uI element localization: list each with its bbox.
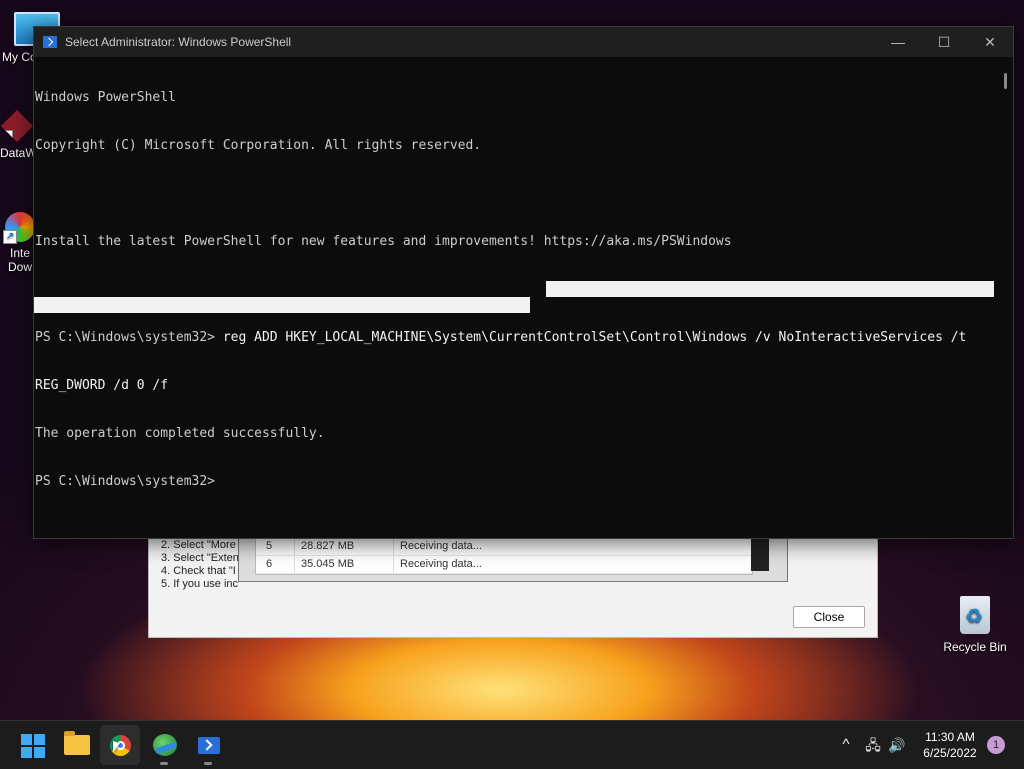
row-number: 5 bbox=[256, 538, 295, 555]
taskbar-file-explorer[interactable] bbox=[56, 725, 96, 765]
command-text: reg ADD HKEY_LOCAL_MACHINE\System\Curren… bbox=[222, 330, 967, 345]
command-line: PS C:\Windows\system32> reg ADD HKEY_LOC… bbox=[35, 330, 985, 346]
folder-icon bbox=[64, 731, 90, 755]
shortcut-arrow-icon: ↗ bbox=[3, 230, 17, 244]
prompt: PS C:\Windows\system32> bbox=[35, 330, 223, 345]
instruction-item: 5. If you use inc bbox=[161, 578, 239, 590]
close-button[interactable]: ✕ bbox=[967, 27, 1013, 57]
mouse-cursor bbox=[113, 740, 120, 756]
row-size: 28.827 MB bbox=[295, 538, 394, 555]
close-button[interactable]: Close bbox=[793, 606, 865, 628]
notification-badge[interactable]: 1 bbox=[987, 736, 1005, 754]
running-indicator bbox=[160, 762, 168, 765]
window-title: Select Administrator: Windows PowerShell bbox=[65, 35, 292, 49]
minimize-button[interactable]: — bbox=[875, 27, 921, 57]
clock[interactable]: 11:30 AM 6/25/2022 bbox=[910, 729, 990, 761]
console-line: Windows PowerShell bbox=[35, 90, 176, 105]
row-status: Receiving data... bbox=[400, 540, 482, 552]
instruction-item: 4. Check that "I bbox=[161, 565, 236, 577]
console-line: Install the latest PowerShell for new fe… bbox=[35, 234, 732, 249]
powershell-icon bbox=[198, 737, 220, 754]
taskbar-download-manager[interactable] bbox=[144, 725, 184, 765]
show-hidden-icons-button[interactable]: ^ bbox=[836, 721, 856, 769]
recycle-bin-icon bbox=[960, 596, 990, 634]
desktop-icon-label: Recycle Bin bbox=[943, 640, 1007, 654]
volume-icon[interactable]: 🔊 bbox=[886, 721, 908, 769]
clock-time: 11:30 AM bbox=[925, 730, 975, 744]
table-scrollbar[interactable] bbox=[751, 537, 769, 571]
download-table: 5 28.827 MB Receiving data... 6 35.045 M… bbox=[255, 537, 753, 575]
console-line: Copyright (C) Microsoft Corporation. All… bbox=[35, 138, 482, 153]
console-area[interactable]: Windows PowerShell Copyright (C) Microso… bbox=[34, 57, 1013, 538]
maximize-button[interactable]: ☐ bbox=[921, 27, 967, 57]
table-row[interactable]: 5 28.827 MB Receiving data... bbox=[256, 538, 752, 556]
taskbar-powershell[interactable] bbox=[188, 725, 228, 765]
database-icon: ↗ bbox=[1, 110, 33, 142]
command-line-wrap: REG_DWORD /d 0 /f bbox=[35, 378, 985, 394]
clock-date: 6/25/2022 bbox=[923, 746, 977, 760]
title-bar[interactable]: Select Administrator: Windows PowerShell… bbox=[34, 27, 1013, 57]
instruction-item: 2. Select "More bbox=[161, 539, 236, 551]
row-status: Receiving data... bbox=[400, 558, 482, 570]
running-indicator bbox=[204, 762, 212, 765]
shortcut-arrow-icon: ↗ bbox=[1, 130, 13, 142]
command-result: The operation completed successfully. bbox=[35, 426, 325, 441]
powershell-window[interactable]: Select Administrator: Windows PowerShell… bbox=[33, 26, 1014, 539]
desktop-icon-datawarehouse[interactable]: ↗ DataW bbox=[0, 110, 37, 160]
instruction-list: 2. Select "More 3. Select "Exten 4. Chec… bbox=[161, 539, 239, 591]
taskbar: ^ 🖧 🔊 11:30 AM 6/25/2022 1 bbox=[0, 720, 1024, 769]
current-prompt[interactable]: PS C:\Windows\system32> bbox=[35, 474, 985, 490]
table-row[interactable]: 6 35.045 MB Receiving data... bbox=[256, 556, 752, 574]
start-button[interactable] bbox=[12, 725, 52, 765]
download-manager-icon: ↗ bbox=[3, 212, 35, 244]
instruction-item: 3. Select "Exten bbox=[161, 552, 239, 564]
powershell-icon bbox=[43, 36, 57, 48]
network-icon[interactable]: 🖧 bbox=[862, 721, 884, 769]
render-artifact bbox=[546, 281, 994, 297]
desktop-icon-label: DataW bbox=[0, 146, 37, 160]
row-number: 6 bbox=[256, 556, 295, 573]
row-size: 35.045 MB bbox=[295, 556, 394, 573]
windows-logo-icon bbox=[21, 734, 45, 758]
scrollbar-thumb[interactable] bbox=[1004, 73, 1007, 89]
globe-download-icon bbox=[153, 734, 177, 756]
desktop-icon-recycle-bin[interactable]: Recycle Bin bbox=[940, 596, 1010, 654]
render-artifact bbox=[34, 297, 530, 313]
command-text-wrap: REG_DWORD /d 0 /f bbox=[35, 378, 169, 393]
taskbar-chrome[interactable] bbox=[100, 725, 140, 765]
